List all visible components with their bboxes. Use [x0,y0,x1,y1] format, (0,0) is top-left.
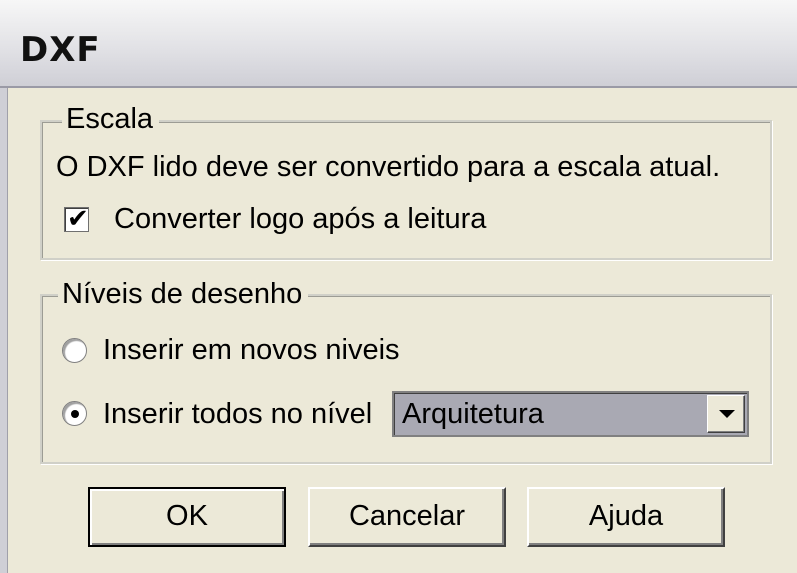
window-title: DXF [20,30,101,70]
level-select[interactable]: Arquitetura [392,391,749,437]
level-select-dropdown-button[interactable] [707,395,745,433]
convert-checkbox[interactable]: ✔ [64,203,89,233]
niveis-legend: Níveis de desenho [58,277,309,311]
radio-new-levels-label[interactable]: Inserir em novos niveis [103,333,400,367]
dxf-dialog: DXF Escala O DXF lido deve ser convertid… [0,0,797,573]
convert-checkbox-label[interactable]: Converter logo após a leitura [114,202,486,236]
escala-legend: Escala [62,102,160,136]
radio-new-levels[interactable] [62,338,87,363]
cancel-button[interactable]: Cancelar [308,487,506,547]
level-select-value: Arquitetura [402,398,544,430]
check-icon: ✔ [67,203,89,233]
title-bar[interactable]: DXF [0,0,797,88]
help-button[interactable]: Ajuda [527,487,725,547]
radio-all-in-level[interactable] [62,401,87,426]
radio-selected-dot [71,410,79,418]
ok-button[interactable]: OK [88,487,286,547]
window-border [0,88,8,573]
escala-description: O DXF lido deve ser convertido para a es… [56,151,721,183]
chevron-down-icon [719,410,735,418]
escala-groupbox [40,120,772,260]
niveis-groupbox [40,294,772,464]
radio-all-in-level-label[interactable]: Inserir todos no nível [103,397,372,431]
